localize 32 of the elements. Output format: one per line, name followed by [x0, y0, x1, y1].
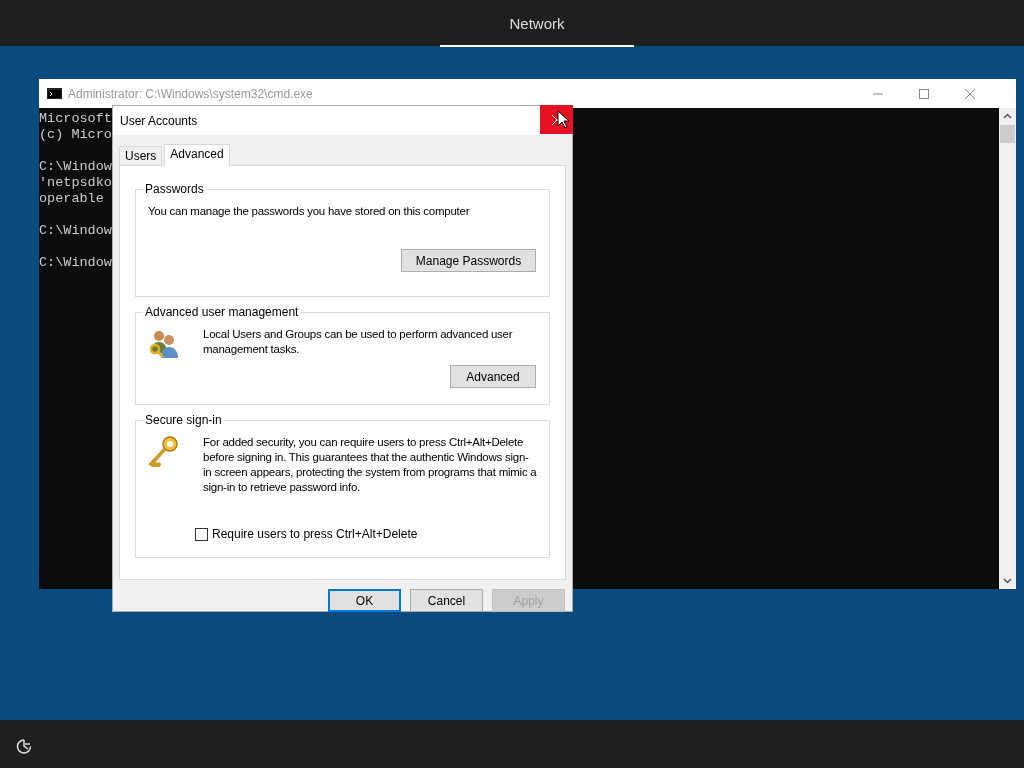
network-tab[interactable]: Network: [440, 0, 634, 47]
advanced-button[interactable]: Advanced: [450, 365, 536, 388]
group-title: Secure sign-in: [143, 413, 224, 427]
description-text: You can manage the passwords you have stored on this computer: [148, 204, 470, 219]
group-title: Passwords: [143, 182, 206, 196]
checkbox[interactable]: [195, 527, 208, 541]
description-text: Local Users and Groups can be used to perform advanced user management tasks.: [203, 327, 514, 357]
console-text: C:\Window: [39, 159, 112, 175]
ok-button[interactable]: OK: [328, 589, 401, 612]
console-text: operable: [39, 191, 104, 207]
console-text: C:\Window: [39, 223, 112, 239]
dialog-title: User Accounts: [120, 112, 198, 130]
mouse-pointer-icon: [557, 110, 569, 129]
scrollbar[interactable]: [999, 108, 1016, 589]
description-text: For added security, you can require users to press Ctrl+Alt+Delete before signing in. This guarantees that the authentic Windows sign-in screen appears, protecting the system from programs that mimic a sign-in to retrieve password info.: [203, 435, 537, 495]
key-icon: [148, 435, 180, 467]
console-text: (c) Micro: [39, 127, 112, 143]
console-icon: [47, 88, 62, 99]
scroll-down-icon[interactable]: [1003, 578, 1012, 584]
console-text: Microsoft: [39, 111, 112, 127]
tab[interactable]: Advanced: [164, 144, 230, 166]
window-title: Administrator: C:\Windows\system32\cmd.exe: [68, 85, 313, 103]
maximize-icon[interactable]: [919, 88, 929, 99]
scroll-up-icon[interactable]: [1003, 113, 1012, 119]
tab[interactable]: Users: [119, 146, 163, 165]
console-text: C:\Window: [39, 255, 112, 271]
cancel-button[interactable]: Cancel: [410, 589, 483, 612]
scrollbar-thumb[interactable]: [1000, 125, 1015, 143]
group-title: Advanced user management: [143, 305, 301, 319]
checkbox-text: Require users to press Ctrl+Alt+Delete: [212, 526, 418, 543]
manage-passwords-button[interactable]: Manage Passwords: [401, 249, 536, 272]
console-text: 'netpsdko: [39, 175, 112, 191]
